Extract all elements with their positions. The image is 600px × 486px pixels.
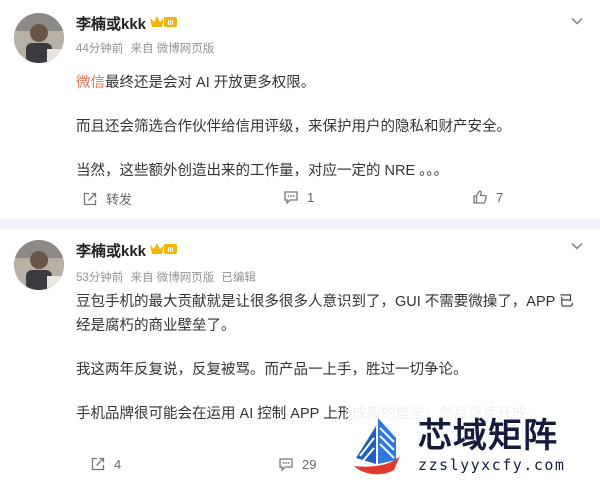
edited-label[interactable]: 已编辑 [221,272,256,284]
post-card: 李楠或kkk III 44分钟前 来自 微博网页版 微信最终还是会对 AI 开放… [0,0,600,219]
post-meta: 44分钟前 来自 微博网页版 [76,40,218,56]
watermark-title: 芯域矩阵 [418,416,558,456]
repost-label: 转发 [106,192,133,207]
username[interactable]: 李楠或kkk [76,240,146,261]
like-button[interactable]: 7 [472,189,503,205]
post-time[interactable]: 44分钟前 [76,43,123,55]
post-text: 我这两年反复说，反复被骂。而产品一上手，胜过一切争论。 [76,362,468,378]
post-meta: 53分钟前 来自 微博网页版 已编辑 [76,269,260,285]
comment-button[interactable]: 1 [283,189,314,205]
comment-button[interactable]: 29 [278,456,316,472]
chevron-down-icon[interactable] [570,239,584,253]
username[interactable]: 李楠或kkk [76,13,146,34]
post-text: 当然，这些额外创造出来的工作量，对应一定的 NRE 。。。 [76,163,449,179]
thumbs-up-icon [473,190,487,204]
avatar[interactable] [14,13,64,63]
chevron-down-icon[interactable] [570,14,584,28]
repost-button[interactable]: 4 [90,456,121,472]
post-text: 而且还会筛选合作伙伴给信用评级，来保护用户的隐私和财产安全。 [76,119,511,135]
vip-badge-icon[interactable]: III [148,241,178,257]
post-text: 豆包手机的最大贡献就是让很多很多人意识到了，GUI 不需要微操了，APP 已经是… [76,294,574,334]
repost-button[interactable]: 转发 [82,189,132,208]
comment-count: 29 [302,456,317,472]
hashtag-link[interactable]: 微信 [76,75,105,91]
post-actions: 转发 1 7 [0,189,600,211]
comment-icon [279,458,293,472]
post-text: 最终还是会对 AI 开放更多权限。 [105,75,316,91]
watermark: 芯域矩阵 zzslyyxcfy.com [348,404,596,484]
comment-count: 1 [307,189,315,205]
post-source: 来自 微博网页版 [130,272,215,284]
avatar[interactable] [14,240,64,290]
svg-text:III: III [168,247,174,254]
repost-icon [83,192,97,205]
post-time[interactable]: 53分钟前 [76,272,123,284]
post-content: 微信最终还是会对 AI 开放更多权限。 而且还会筛选合作伙伴给信用评级，来保护用… [76,71,586,203]
post-source: 来自 微博网页版 [130,43,215,55]
watermark-url: zzslyyxcfy.com [418,456,566,474]
svg-text:III: III [168,20,174,27]
like-count: 7 [496,189,504,205]
repost-count: 4 [114,456,122,472]
repost-icon [91,457,105,471]
watermark-logo-icon [354,418,400,475]
vip-badge-icon[interactable]: III [148,14,178,30]
comment-icon [284,191,298,205]
